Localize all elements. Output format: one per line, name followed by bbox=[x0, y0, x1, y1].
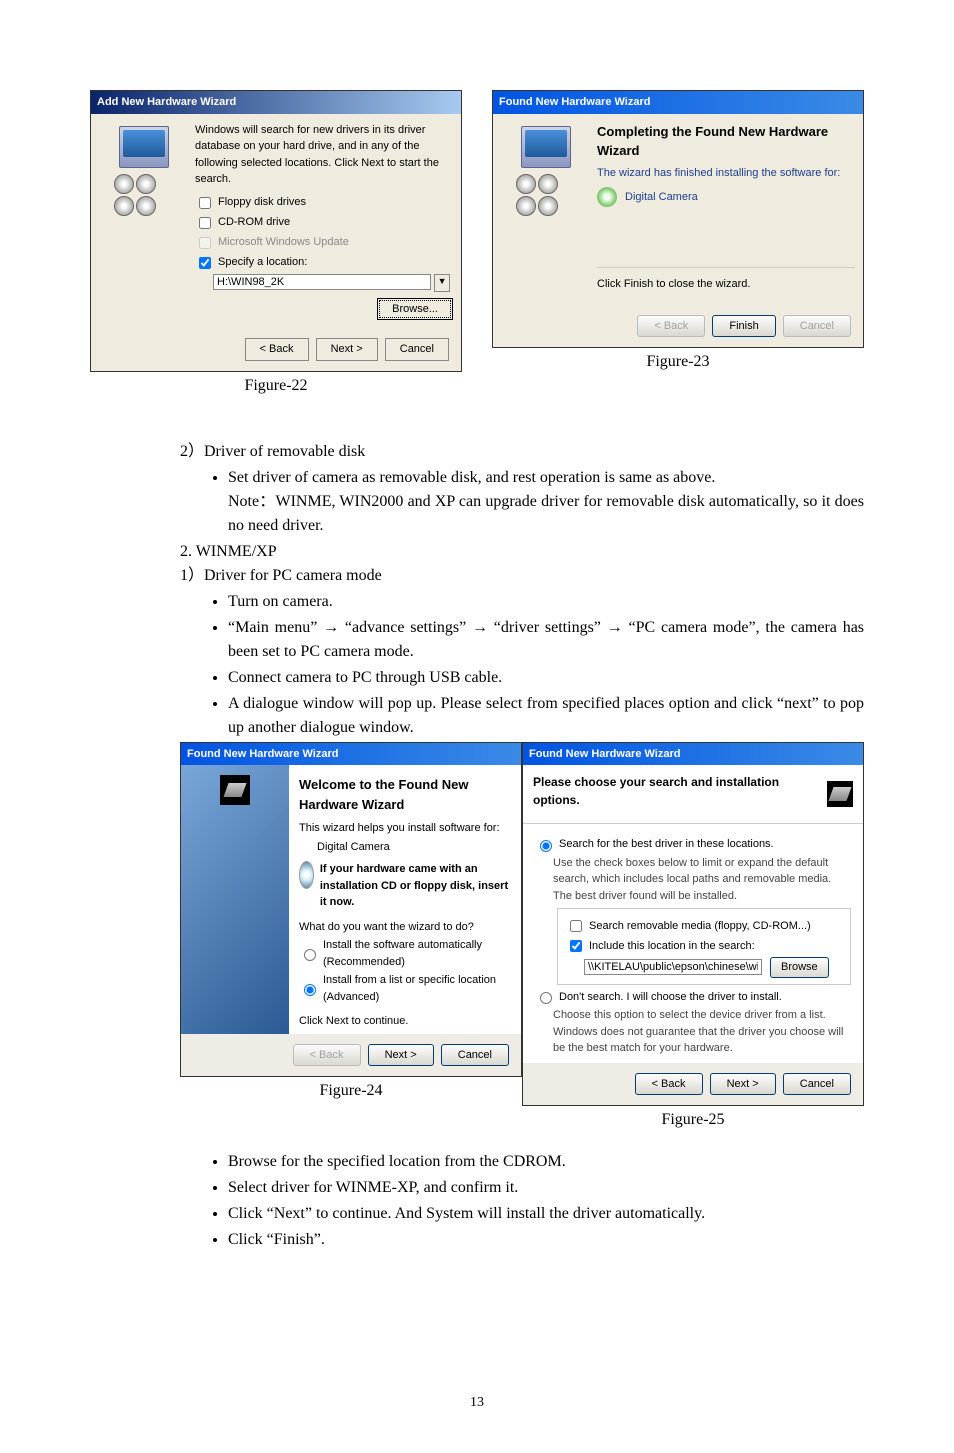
bullet: “Main menu” → “advance settings” → “driv… bbox=[228, 616, 864, 664]
path-input[interactable] bbox=[584, 959, 762, 975]
options-heading: Please choose your search and installati… bbox=[533, 773, 827, 809]
bullet: Turn on camera. bbox=[228, 590, 864, 614]
welcome-heading: Welcome to the Found New Hardware Wizard bbox=[299, 775, 511, 814]
figure-25: Found New Hardware Wizard Please choose … bbox=[522, 742, 864, 1133]
install-auto-label: Install the software automatically (Reco… bbox=[323, 937, 511, 970]
dialog-title: Found New Hardware Wizard bbox=[493, 91, 863, 114]
back-button: < Back bbox=[637, 315, 705, 338]
back-button[interactable]: < Back bbox=[635, 1073, 703, 1096]
figure-caption: Figure-23 bbox=[646, 350, 709, 374]
page-number: 13 bbox=[90, 1392, 864, 1413]
dont-search-label: Don't search. I will choose the driver t… bbox=[559, 989, 782, 1006]
cancel-button[interactable]: Cancel bbox=[385, 338, 449, 361]
bullet: Set driver of camera as removable disk, … bbox=[228, 466, 864, 538]
back-button: < Back bbox=[293, 1044, 361, 1067]
cancel-button: Cancel bbox=[783, 315, 851, 338]
include-checkbox[interactable] bbox=[570, 940, 582, 952]
browse-button[interactable]: Browse bbox=[770, 957, 829, 978]
install-list-radio[interactable] bbox=[304, 984, 316, 996]
click-finish-text: Click Finish to close the wizard. bbox=[597, 267, 855, 297]
dialog-title: Found New Hardware Wizard bbox=[523, 743, 863, 766]
browse-button[interactable]: Browse... bbox=[377, 298, 453, 321]
cdrom-label: CD-ROM drive bbox=[218, 214, 290, 231]
finish-button[interactable]: Finish bbox=[712, 315, 775, 338]
bullet: A dialogue window will pop up. Please se… bbox=[228, 692, 864, 740]
device-name: Digital Camera bbox=[317, 839, 511, 856]
next-button[interactable]: Next > bbox=[368, 1044, 434, 1067]
connector-icon bbox=[220, 775, 250, 805]
helps-text: This wizard helps you install software f… bbox=[299, 820, 511, 837]
driver-1-heading: 1）Driver for PC camera mode bbox=[180, 564, 864, 588]
removable-label: Search removable media (floppy, CD-ROM..… bbox=[589, 918, 811, 935]
msupdate-label: Microsoft Windows Update bbox=[218, 234, 349, 251]
cancel-button[interactable]: Cancel bbox=[441, 1044, 509, 1067]
figure-24: Found New Hardware Wizard Welcome to the… bbox=[180, 742, 522, 1133]
section-2-title: 2）Driver of removable disk bbox=[180, 440, 864, 464]
figure-caption: Figure-24 bbox=[319, 1079, 382, 1103]
dialog-title: Add New Hardware Wizard bbox=[91, 91, 461, 114]
bullet: Connect camera to PC through USB cable. bbox=[228, 666, 864, 690]
search-best-label: Search for the best driver in these loca… bbox=[559, 836, 774, 853]
bullet: Click “Next” to continue. And System wil… bbox=[228, 1202, 864, 1226]
specify-label: Specify a location: bbox=[218, 254, 307, 271]
winme-heading: 2. WINME/XP bbox=[180, 540, 864, 564]
arrow-icon: → bbox=[323, 619, 339, 636]
cdrom-checkbox[interactable] bbox=[199, 217, 211, 229]
connector-icon bbox=[827, 781, 853, 807]
wizard-side-graphic bbox=[99, 122, 189, 321]
cancel-button[interactable]: Cancel bbox=[783, 1073, 851, 1096]
install-list-label: Install from a list or specific location… bbox=[323, 972, 511, 1005]
install-auto-radio[interactable] bbox=[304, 949, 316, 961]
arrow-icon: → bbox=[472, 619, 488, 636]
completing-heading: Completing the Found New Hardware Wizard bbox=[597, 122, 855, 161]
click-next-text: Click Next to continue. bbox=[299, 1013, 511, 1030]
note-text: Note：WINME, WIN2000 and XP can upgrade d… bbox=[228, 490, 864, 538]
bullet: Browse for the specified location from t… bbox=[228, 1150, 864, 1174]
cd-hint: If your hardware came with an installati… bbox=[320, 861, 511, 911]
dont-search-hint: Choose this option to select the device … bbox=[553, 1007, 851, 1057]
dialog-title: Found New Hardware Wizard bbox=[181, 743, 521, 766]
floppy-label: Floppy disk drives bbox=[218, 194, 306, 211]
device-icon bbox=[597, 187, 617, 207]
next-button[interactable]: Next > bbox=[316, 338, 378, 361]
figure-23: Found New Hardware Wizard Completing the… bbox=[492, 90, 864, 398]
dropdown-arrow-icon[interactable]: ▼ bbox=[434, 274, 450, 292]
dialog-intro-text: Windows will search for new drivers in i… bbox=[195, 122, 453, 188]
arrow-icon: → bbox=[607, 619, 623, 636]
finished-text: The wizard has finished installing the s… bbox=[597, 165, 855, 182]
figure-22: Add New Hardware Wizard Windows will sea… bbox=[90, 90, 462, 398]
wizard-side-graphic bbox=[501, 122, 591, 297]
back-button[interactable]: < Back bbox=[245, 338, 309, 361]
bullet: Click “Finish”. bbox=[228, 1228, 864, 1252]
msupdate-checkbox bbox=[199, 237, 211, 249]
what-do-text: What do you want the wizard to do? bbox=[299, 919, 511, 936]
cd-icon bbox=[299, 861, 314, 889]
specify-checkbox[interactable] bbox=[199, 257, 211, 269]
text-section: 2）Driver of removable disk Set driver of… bbox=[180, 440, 864, 740]
removable-checkbox[interactable] bbox=[570, 920, 582, 932]
device-name: Digital Camera bbox=[625, 189, 698, 206]
dont-search-radio[interactable] bbox=[540, 992, 552, 1004]
search-best-radio[interactable] bbox=[540, 840, 552, 852]
bullet: Select driver for WINME-XP, and confirm … bbox=[228, 1176, 864, 1200]
search-hint: Use the check boxes below to limit or ex… bbox=[553, 855, 851, 905]
location-input[interactable] bbox=[213, 274, 431, 290]
figure-caption: Figure-25 bbox=[661, 1108, 724, 1132]
wizard-side-graphic bbox=[181, 765, 289, 1034]
floppy-checkbox[interactable] bbox=[199, 197, 211, 209]
next-button[interactable]: Next > bbox=[710, 1073, 776, 1096]
include-label: Include this location in the search: bbox=[589, 938, 755, 955]
figure-caption: Figure-22 bbox=[244, 374, 307, 398]
